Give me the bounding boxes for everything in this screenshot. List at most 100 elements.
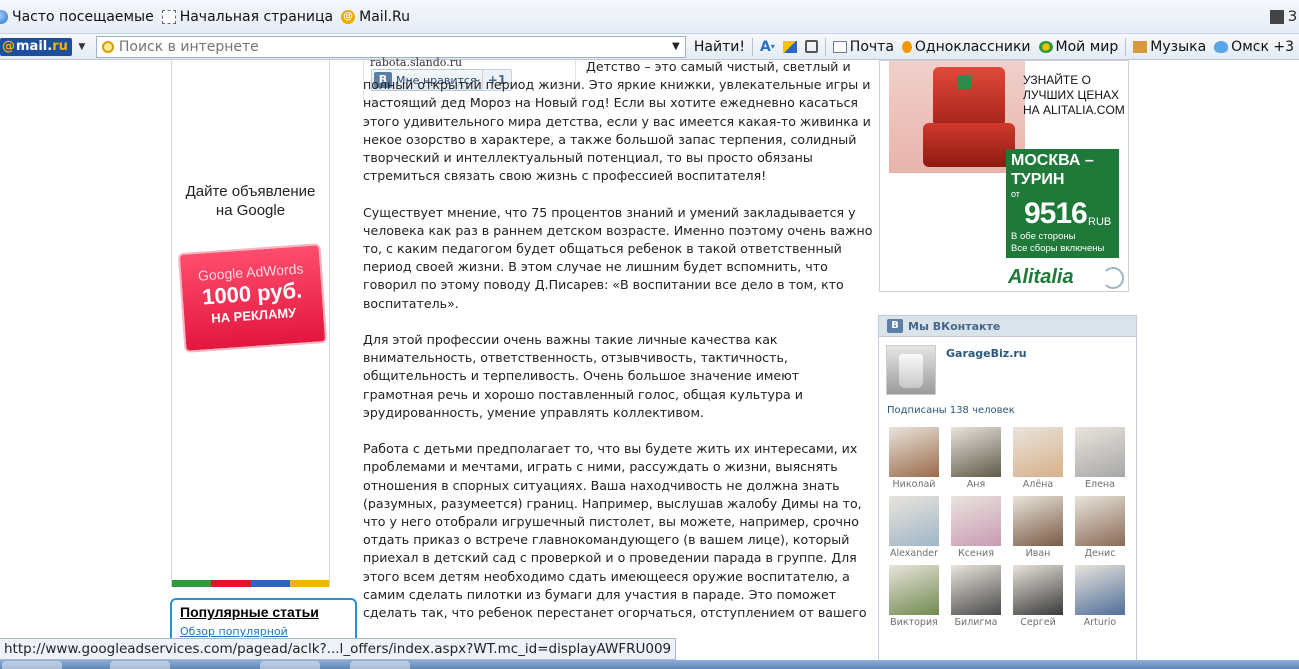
odnoklassniki-icon bbox=[901, 40, 912, 53]
price-value: 9516 bbox=[1024, 197, 1088, 230]
toolbar-music[interactable]: Музыка bbox=[1129, 34, 1210, 59]
adwords-badge[interactable]: Google AdWords 1000 руб. НА РЕКЛАМУ bbox=[177, 243, 328, 353]
pencil-icon bbox=[782, 40, 797, 53]
screenshot-button[interactable] bbox=[801, 34, 822, 59]
search-input[interactable] bbox=[118, 38, 667, 55]
subscribers-count[interactable]: Подписаны 138 человек bbox=[887, 405, 1015, 416]
taskbar-button[interactable] bbox=[260, 661, 320, 669]
bookmark-label: Часто посещаемые bbox=[12, 8, 154, 25]
member-avatar bbox=[889, 565, 939, 615]
members-grid: Николай Аня Алёна Елена Alexander Ксения… bbox=[888, 427, 1134, 628]
google-color-stripe bbox=[172, 580, 329, 587]
member-name: Денис bbox=[1084, 548, 1116, 559]
stripe-yellow bbox=[289, 580, 329, 587]
toolbar-divider bbox=[1125, 37, 1127, 56]
group-name-link[interactable]: GarageBiz.ru bbox=[946, 347, 1027, 360]
taskbar-button[interactable] bbox=[110, 661, 170, 669]
member-card[interactable]: Елена bbox=[1074, 427, 1126, 490]
popular-articles-title[interactable]: Популярные статьи bbox=[180, 604, 355, 620]
logo-dropdown-icon[interactable]: ▼ bbox=[72, 42, 92, 52]
bookmarks-right[interactable]: З bbox=[1270, 0, 1299, 33]
google-adwords-banner[interactable]: Дайте объявление на Google Google AdWord… bbox=[171, 60, 330, 587]
member-name: Arturio bbox=[1083, 617, 1117, 628]
bookmark-label: Mail.Ru bbox=[359, 8, 410, 25]
promo-line: НА ALITALIA.COM bbox=[1023, 103, 1125, 117]
member-card[interactable]: Денис bbox=[1074, 496, 1126, 559]
price-note: Все сборы включены bbox=[1011, 243, 1105, 254]
search-icon[interactable] bbox=[97, 37, 119, 57]
popular-article-link[interactable]: Обзор популярной bbox=[180, 625, 355, 638]
route-to: ТУРИН bbox=[1011, 171, 1065, 188]
article-paragraph: Для этой профессии очень важны такие лич… bbox=[363, 332, 803, 420]
bookmark-start-page[interactable]: Начальная страница bbox=[161, 0, 341, 33]
mailru-toolbar: @mail.ru ▼ ▼ Найти! A▾ Почта Одноклассни… bbox=[0, 34, 1299, 60]
highlight-button[interactable] bbox=[779, 34, 801, 59]
mailru-at-icon: @ bbox=[341, 9, 356, 24]
bookmarks-bar: Часто посещаемые Начальная страница @ Ma… bbox=[0, 0, 1299, 34]
text-size-button[interactable]: A ▾ bbox=[756, 34, 779, 59]
alitalia-promo-text: УЗНАЙТЕ О ЛУЧШИХ ЦЕНАХ НА ALITALIA.COM bbox=[1023, 73, 1125, 118]
group-avatar[interactable] bbox=[886, 345, 936, 395]
bookmark-star-icon bbox=[1270, 10, 1285, 24]
price-currency: RUB bbox=[1088, 216, 1112, 228]
search-history-dropdown-icon[interactable]: ▼ bbox=[667, 41, 685, 52]
suitcase-image bbox=[923, 123, 1015, 167]
toolbar-my-world[interactable]: Мой мир bbox=[1035, 34, 1123, 59]
member-name: Елена bbox=[1085, 479, 1115, 490]
member-name: Билигма bbox=[954, 617, 998, 628]
member-avatar bbox=[951, 565, 1001, 615]
article-body: Детство – это самый чистый, светлый и по… bbox=[363, 58, 873, 640]
toolbar-label: Музыка bbox=[1150, 38, 1207, 55]
route-from: МОСКВА – bbox=[1011, 152, 1094, 169]
member-card[interactable]: Ксения bbox=[950, 496, 1002, 559]
bookmark-most-visited[interactable]: Часто посещаемые bbox=[0, 0, 162, 33]
price-from-label: от bbox=[1011, 189, 1020, 199]
price-note: В обе стороны bbox=[1011, 231, 1076, 242]
toolbar-label: Почта bbox=[849, 38, 894, 55]
mailru-logo[interactable]: @ mail. ru bbox=[0, 37, 72, 56]
toolbar-divider bbox=[824, 37, 826, 56]
member-avatar bbox=[1013, 427, 1063, 477]
member-avatar bbox=[1075, 496, 1125, 546]
mail-icon bbox=[832, 40, 847, 53]
member-card[interactable]: Билигма bbox=[950, 565, 1002, 628]
search-button[interactable]: Найти! bbox=[690, 34, 749, 59]
member-card[interactable]: Alexander bbox=[888, 496, 940, 559]
stripe-green bbox=[172, 580, 212, 587]
bookmark-mailru[interactable]: @ Mail.Ru bbox=[341, 0, 418, 33]
member-name: Аня bbox=[966, 479, 986, 490]
luggage-tag bbox=[957, 75, 971, 89]
member-name: Сергей bbox=[1020, 617, 1056, 628]
member-avatar bbox=[889, 496, 939, 546]
member-card[interactable]: Сергей bbox=[1012, 565, 1064, 628]
member-card[interactable]: Аня bbox=[950, 427, 1002, 490]
stripe-blue bbox=[250, 580, 290, 587]
stripe-red bbox=[211, 580, 251, 587]
member-card[interactable]: Иван bbox=[1012, 496, 1064, 559]
toolbar-mail[interactable]: Почта bbox=[829, 34, 898, 59]
status-bar-url: http://www.googleadservices.com/pagead/a… bbox=[0, 638, 677, 660]
luggage-photo bbox=[889, 61, 1025, 173]
alitalia-banner[interactable]: УЗНАЙТЕ О ЛУЧШИХ ЦЕНАХ НА ALITALIA.COM М… bbox=[879, 60, 1129, 292]
article-paragraph: Детство – это самый чистый, светлый и по… bbox=[363, 59, 871, 184]
toolbar-odnoklassniki[interactable]: Одноклассники bbox=[898, 34, 1035, 59]
member-card[interactable]: Arturio bbox=[1074, 565, 1126, 628]
member-card[interactable]: Виктория bbox=[888, 565, 940, 628]
alitalia-logo: Alitalia bbox=[1008, 266, 1074, 288]
ad-text: Дайте объявление на Google bbox=[185, 183, 316, 219]
logo-mail: mail bbox=[16, 39, 48, 54]
taskbar-button[interactable] bbox=[2, 661, 62, 669]
member-name: Николай bbox=[892, 479, 936, 490]
vk-group-header[interactable]: В Мы ВКонтакте bbox=[879, 316, 1136, 337]
member-card[interactable]: Алёна bbox=[1012, 427, 1064, 490]
text-size-icon: A bbox=[759, 38, 771, 55]
toolbar-label: Мой мир bbox=[1055, 38, 1119, 55]
page-icon bbox=[161, 9, 176, 24]
member-card[interactable]: Николай bbox=[888, 427, 940, 490]
toolbar-weather[interactable]: Омск +3 bbox=[1210, 34, 1298, 59]
member-name: Иван bbox=[1025, 548, 1051, 559]
dropdown-icon: ▾ bbox=[770, 42, 775, 51]
route: МОСКВА – ТУРИН bbox=[1011, 151, 1094, 189]
taskbar-button[interactable] bbox=[350, 661, 410, 669]
search-box: ▼ bbox=[95, 35, 686, 58]
